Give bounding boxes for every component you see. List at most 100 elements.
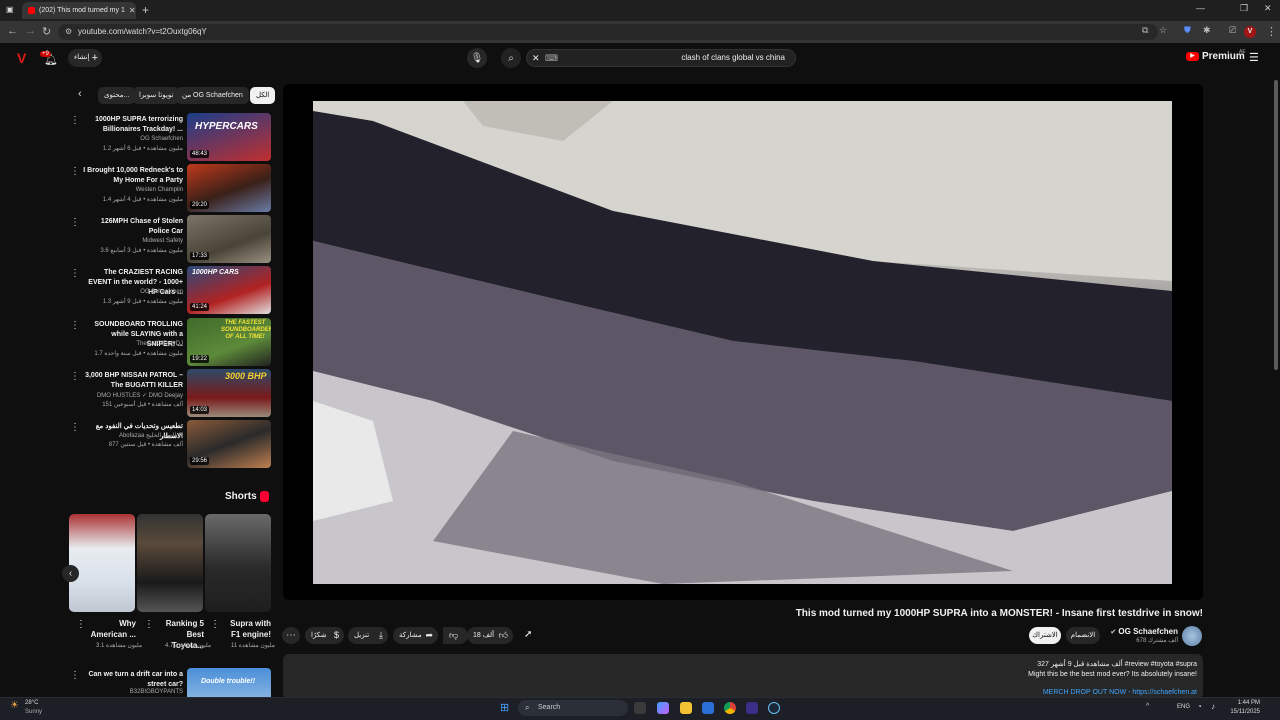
chips-scroll-left-icon[interactable]: ‹ <box>78 88 82 100</box>
extension-shield-icon[interactable]: ⛊ <box>1184 25 1191 36</box>
list-item[interactable]: ⋮ 3,000 BHP NISSAN PATROL – The BUGATTI … <box>66 369 271 417</box>
browser-menu-icon[interactable]: ⋮ <box>1266 25 1277 38</box>
tray-expand-icon[interactable]: ^ <box>1146 703 1149 710</box>
join-button[interactable]: الانضمام <box>1066 627 1100 644</box>
video-player[interactable] <box>283 84 1203 600</box>
more-options-icon[interactable]: ⋮ <box>70 217 80 228</box>
video-thumbnail[interactable]: 3000 BHP 14:03 <box>187 369 271 417</box>
channel-name[interactable]: TheCallOfDutyDJ <box>73 341 183 347</box>
more-options-icon[interactable]: ⋮ <box>70 670 80 681</box>
video-thumbnail[interactable]: 17:33 <box>187 215 271 263</box>
search-button[interactable]: ⌕ <box>501 48 521 68</box>
share-button[interactable]: مشاركة ➦ <box>393 627 438 644</box>
video-title[interactable]: Can we turn a drift car into a street ca… <box>83 670 183 690</box>
list-item[interactable]: ⋮ SOUNDBOARD TROLLING while SLAYING with… <box>66 318 271 366</box>
close-tab-icon[interactable]: ✕ <box>129 6 136 15</box>
list-item[interactable]: ⋮ Can we turn a drift car into a street … <box>66 668 271 697</box>
copilot-icon[interactable] <box>657 702 669 714</box>
more-options-icon[interactable]: ⋮ <box>70 320 80 331</box>
bookmark-star-icon[interactable]: ☆ <box>1159 25 1167 36</box>
short-thumbnail[interactable] <box>69 514 135 612</box>
video-title[interactable]: I Brought 10,000 Redneck's to My Home Fo… <box>83 166 183 186</box>
list-item[interactable]: ⋮ The CRAZIEST RACING EVENT in the world… <box>66 266 271 314</box>
short-thumbnail[interactable] <box>137 514 203 612</box>
video-frame[interactable] <box>313 101 1172 584</box>
channel-logo-icon[interactable]: V <box>17 50 26 66</box>
chip-toyota-supra[interactable]: تويوتا سوبرا <box>133 87 180 104</box>
more-options-icon[interactable]: ⋮ <box>144 619 154 630</box>
list-item[interactable]: ⋮ 1000HP SUPRA terrorizing Billionaires … <box>66 113 271 161</box>
clock-time[interactable]: 1:44 PM <box>1226 700 1260 706</box>
video-thumbnail[interactable]: 1000HP CARS 41:24 <box>187 266 271 314</box>
channel-name[interactable]: ✔︎ OG Schaefchen <box>1100 627 1178 636</box>
video-title[interactable]: 1000HP SUPRA terrorizing Billionaires Tr… <box>83 115 183 135</box>
task-view-icon[interactable] <box>634 702 646 714</box>
channel-name[interactable]: OG Schaefchen <box>73 136 183 142</box>
steam-icon[interactable] <box>768 702 780 714</box>
windows-start-icon[interactable]: ⊞ <box>500 701 509 714</box>
extensions-puzzle-icon[interactable]: ✱ <box>1203 25 1211 36</box>
shorts-scroll-left-button[interactable]: ‹ <box>62 565 79 582</box>
create-button[interactable]: إنشاء + <box>68 49 102 67</box>
minimize-icon[interactable]: — <box>1196 3 1205 13</box>
url-field[interactable]: ⚙ youtube.com/watch?v=t2Ouxtg06qY <box>58 24 1158 40</box>
language-indicator[interactable]: ENG <box>1177 704 1190 710</box>
install-app-icon[interactable]: ⧉ <box>1142 25 1148 36</box>
page-scrollbar[interactable] <box>1274 80 1278 370</box>
hamburger-menu-icon[interactable]: ☰ <box>1249 51 1259 64</box>
clear-search-icon[interactable]: ✕ <box>532 50 540 66</box>
subscribe-button[interactable]: الاشتراك <box>1029 627 1061 644</box>
more-options-icon[interactable]: ⋮ <box>76 619 86 630</box>
description-box[interactable]: 327 ألف مشاهدة قبل 9 أشهر #review #toyot… <box>283 654 1203 699</box>
chip-more[interactable]: محتوى... <box>98 87 136 104</box>
chip-all[interactable]: الكل <box>250 87 276 104</box>
wifi-icon[interactable]: ◔ <box>1197 702 1202 711</box>
more-options-icon[interactable]: ⋮ <box>70 268 80 279</box>
list-item[interactable]: ⋮ I Brought 10,000 Redneck's to My Home … <box>66 164 271 212</box>
profile-avatar[interactable]: V <box>1244 26 1256 38</box>
short-thumbnail[interactable] <box>205 514 271 612</box>
tab-list-icon[interactable]: ▣ <box>6 5 14 14</box>
channel-name[interactable]: B32BIGBOYPANTS <box>73 689 183 695</box>
search-input[interactable]: ✕ ⌨ clash of clans global vs china <box>526 49 796 67</box>
list-item[interactable]: ⋮ 126MPH Chase of Stolen Police Car Midw… <box>66 215 271 263</box>
more-options-icon[interactable]: ⋮ <box>70 371 80 382</box>
video-thumbnail[interactable]: 29:20 <box>187 164 271 212</box>
more-options-icon[interactable]: ⋮ <box>210 619 220 630</box>
back-icon[interactable]: ← <box>7 25 18 37</box>
short-title[interactable]: Why American ... <box>86 618 136 640</box>
reload-icon[interactable]: ↻ <box>42 25 51 38</box>
forward-icon[interactable]: → <box>25 25 36 37</box>
short-title[interactable]: Supra with F1 engine! <box>221 618 271 640</box>
download-button[interactable]: تنزيل ⤓ <box>348 627 388 644</box>
youtube-premium-logo[interactable]: ▶ Premium <box>1186 51 1245 62</box>
taskbar-search[interactable]: ⌕ Search <box>518 700 628 716</box>
thanks-button[interactable]: شكرًا $ <box>305 627 344 644</box>
browser-tab[interactable]: (202) This mod turned my 1 ✕ <box>22 2 136 19</box>
merch-link[interactable]: MERCH DROP OUT NOW - https://schaefchen.… <box>1043 689 1197 696</box>
cast-icon[interactable]: ⎚ <box>1229 25 1236 36</box>
video-title[interactable]: 3,000 BHP NISSAN PATROL – The BUGATTI KI… <box>83 371 183 391</box>
more-options-icon[interactable]: ⋮ <box>70 115 80 126</box>
channel-avatar[interactable] <box>1182 626 1202 646</box>
keyboard-icon[interactable]: ⌨ <box>545 50 558 66</box>
video-thumbnail[interactable]: THE FASTEST SOUNDBOARDER OF ALL TIME! 19… <box>187 318 271 366</box>
maximize-icon[interactable]: ❐ <box>1240 3 1248 14</box>
new-tab-button[interactable]: + <box>142 3 149 17</box>
chrome-icon[interactable] <box>724 702 736 714</box>
video-thumbnail[interactable]: Double trouble!! <box>187 668 271 697</box>
video-thumbnail[interactable]: 29:56 <box>187 420 271 468</box>
list-item[interactable]: ⋮ تطعيس وتحديات في النفود مع الاسطار Abo… <box>66 420 271 468</box>
channel-name[interactable]: Westen Champlin <box>73 187 183 193</box>
video-title[interactable]: 126MPH Chase of Stolen Police Car <box>83 217 183 237</box>
channel-name[interactable]: Abofazaa النهام الخليج ✓ <box>73 432 183 439</box>
close-window-icon[interactable]: ✕ <box>1264 3 1272 14</box>
file-explorer-icon[interactable] <box>680 702 692 714</box>
volume-icon[interactable]: ♪ <box>1211 702 1215 711</box>
store-icon[interactable] <box>702 702 714 714</box>
weather-temp[interactable]: 28°C <box>25 700 38 706</box>
channel-name[interactable]: DMO HUSTLES ✓ DMO Deejay <box>73 392 183 399</box>
dislike-button[interactable]: 👎︎ <box>443 627 468 644</box>
more-actions-button[interactable]: ⋯ <box>282 627 300 644</box>
channel-name[interactable]: Midwest Safety <box>73 238 183 244</box>
